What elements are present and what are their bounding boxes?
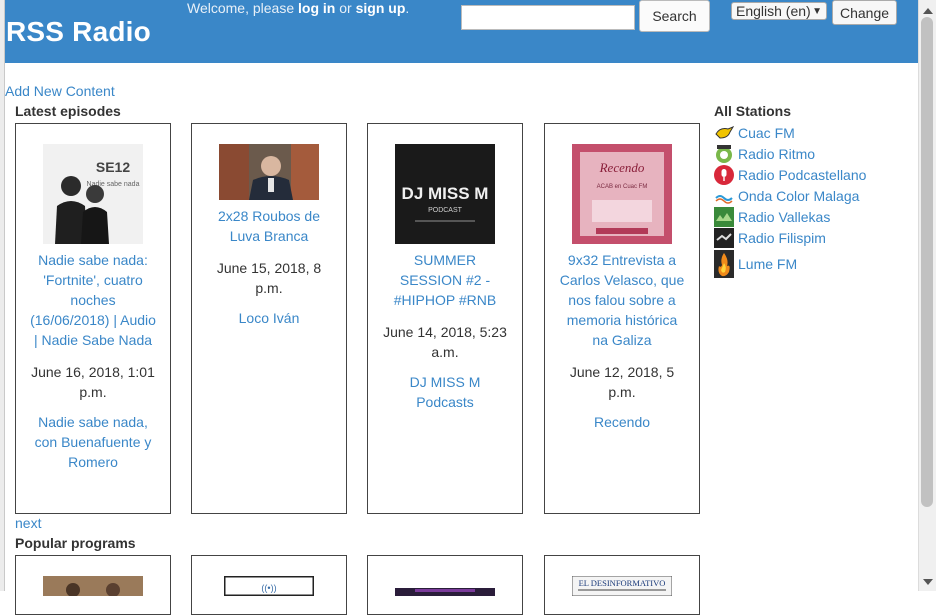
episode-title-link[interactable]: 9x32 Entrevista a Carlos Velasco, que no… [559, 250, 685, 350]
svg-text:PODCAST: PODCAST [428, 207, 463, 214]
search-button[interactable]: Search [639, 0, 710, 32]
episode-date: June 14, 2018, 5:23 a.m. [383, 324, 507, 360]
episode-date: June 12, 2018, 5 p.m. [569, 364, 675, 400]
program-card: ((•)) [191, 555, 347, 615]
episode-program-link[interactable]: Nadie sabe nada, con Buenafuente y Romer… [30, 412, 156, 472]
program-thumbnail[interactable] [395, 576, 495, 596]
welcome-period: . [405, 0, 410, 16]
onda-color-logo-icon [715, 194, 733, 204]
station-item-radio-filispim[interactable]: Radio Filispim [714, 227, 914, 248]
station-link[interactable]: Radio Vallekas [738, 209, 830, 225]
episode-card: Recendo ACAB en Cuac FM 9x32 Entrevista … [544, 123, 700, 514]
episode-program-link[interactable]: Loco Iván [206, 308, 332, 328]
episode-card: 2x28 Roubos de Luva Branca June 15, 2018… [191, 123, 347, 514]
svg-text:ACAB en Cuac FM: ACAB en Cuac FM [597, 184, 648, 190]
svg-text:Recendo: Recendo [599, 160, 645, 175]
episode-title-link[interactable]: 2x28 Roubos de Luva Branca [206, 206, 332, 246]
stations-sidebar: All Stations Cuac FM Radio Ritmo Radio P… [714, 103, 914, 280]
episode-date: June 15, 2018, 8 p.m. [216, 260, 322, 296]
episode-title-link[interactable]: Nadie sabe nada: 'Fortnite', cuatro noch… [30, 250, 156, 350]
welcome-message: Welcome, please log in or sign up. [187, 0, 409, 16]
all-stations-heading: All Stations [714, 103, 792, 119]
radio-vallekas-logo-icon [714, 206, 734, 227]
station-item-lume-fm[interactable]: Lume FM [714, 248, 914, 280]
microphone-icon [714, 164, 734, 185]
dropdown-arrow-icon: ▼ [812, 6, 822, 17]
cuac-fm-logo-icon [715, 125, 734, 139]
site-title-link[interactable]: RSS Radio [6, 16, 151, 48]
station-item-radio-vallekas[interactable]: Radio Vallekas [714, 206, 914, 227]
site-header: RSS Radio Welcome, please log in or sign… [5, 0, 918, 63]
login-link[interactable]: log in [298, 0, 335, 16]
station-link[interactable]: Radio Filispim [738, 230, 826, 246]
radio-filispim-logo-icon [714, 227, 734, 248]
language-select[interactable]: English (en) ▼ [731, 2, 827, 20]
svg-text:((•)): ((•)) [261, 583, 276, 593]
program-thumbnail[interactable]: ((•)) [224, 576, 314, 596]
latest-episodes-heading: Latest episodes [15, 103, 121, 119]
station-item-cuac-fm[interactable]: Cuac FM [714, 122, 914, 143]
vertical-scrollbar[interactable] [918, 0, 936, 591]
add-new-content-link[interactable]: Add New Content [5, 83, 115, 99]
scroll-down-arrow-icon[interactable] [923, 579, 933, 585]
episode-program-link[interactable]: DJ MISS M Podcasts [382, 372, 508, 412]
station-link[interactable]: Radio Podcastellano [738, 167, 866, 183]
station-link[interactable]: Onda Color Malaga [738, 188, 859, 204]
program-thumbnail-el-desinformativo[interactable]: EL DESINFORMATIVO [572, 576, 672, 596]
next-page-link[interactable]: next [15, 515, 41, 531]
radio-ritmo-logo-icon [716, 144, 732, 163]
or-text: or [339, 0, 352, 16]
language-selected-value: English (en) [736, 3, 811, 19]
episode-card: SE12 Nadie sabe nada Nadie sabe nada: 'F… [15, 123, 171, 514]
episode-thumbnail-dj-miss-m[interactable]: DJ MISS M PODCAST [395, 144, 495, 244]
scroll-up-arrow-icon[interactable] [923, 8, 933, 14]
svg-text:SE12: SE12 [96, 159, 130, 175]
program-card [15, 555, 171, 615]
station-link[interactable]: Cuac FM [738, 125, 795, 141]
signup-link[interactable]: sign up [356, 0, 406, 16]
episode-thumbnail-loco-ivan[interactable] [219, 144, 319, 200]
flame-icon [714, 250, 734, 278]
episode-title-link[interactable]: SUMMER SESSION #2 - #HIPHOP #RNB [382, 250, 508, 310]
episode-card: DJ MISS M PODCAST SUMMER SESSION #2 - #H… [367, 123, 523, 514]
svg-text:DJ MISS M: DJ MISS M [402, 184, 489, 203]
station-item-radio-ritmo[interactable]: Radio Ritmo [714, 143, 914, 164]
scrollbar-thumb[interactable] [921, 17, 933, 507]
episode-thumbnail-recendo[interactable]: Recendo ACAB en Cuac FM [572, 144, 672, 244]
episode-date: June 16, 2018, 1:01 p.m. [31, 364, 155, 400]
change-language-button[interactable]: Change [832, 0, 897, 25]
search-input[interactable] [461, 5, 635, 30]
station-link[interactable]: Radio Ritmo [738, 146, 815, 162]
station-item-onda-color-malaga[interactable]: Onda Color Malaga [714, 185, 914, 206]
station-item-radio-podcastellano[interactable]: Radio Podcastellano [714, 164, 914, 185]
svg-text:EL DESINFORMATIVO: EL DESINFORMATIVO [579, 578, 666, 588]
program-thumbnail[interactable] [43, 576, 143, 596]
station-link[interactable]: Lume FM [738, 256, 797, 272]
episode-program-link[interactable]: Recendo [559, 412, 685, 432]
welcome-text: Welcome, please [187, 0, 295, 16]
episode-thumbnail-nadie-sabe-nada[interactable]: SE12 Nadie sabe nada [43, 144, 143, 244]
popular-programs-heading: Popular programs [15, 535, 136, 551]
program-card: EL DESINFORMATIVO [544, 555, 700, 615]
program-card [367, 555, 523, 615]
